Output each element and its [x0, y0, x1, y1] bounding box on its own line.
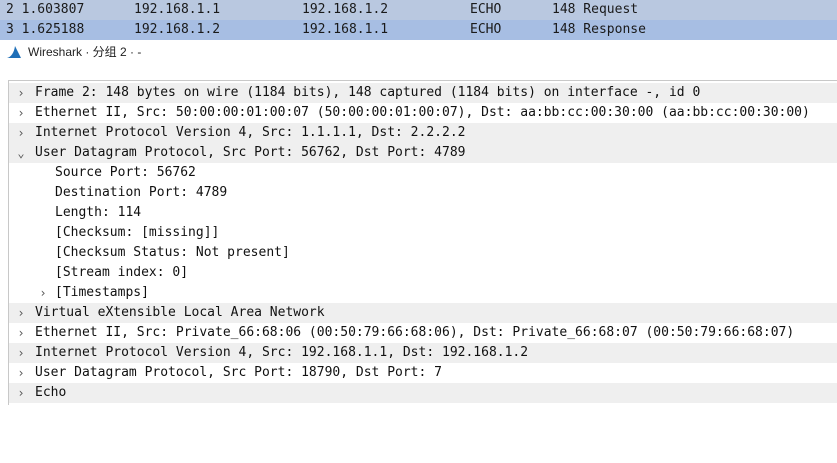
- tree-field-label: [Checksum Status: Not present]: [55, 245, 290, 260]
- tree-item-udp-inner[interactable]: › User Datagram Protocol, Src Port: 1879…: [9, 363, 837, 383]
- packet-list-row-selected[interactable]: 3 1.625188 192.168.1.2 192.168.1.1 ECHO …: [0, 20, 837, 40]
- packet-protocol: ECHO: [470, 2, 502, 17]
- tree-item-udp[interactable]: ⌄ User Datagram Protocol, Src Port: 5676…: [9, 143, 837, 163]
- chevron-right-icon[interactable]: ›: [14, 123, 28, 143]
- tree-field-length[interactable]: Length: 114: [9, 203, 837, 223]
- packet-number-time: 2 1.603807: [6, 2, 85, 17]
- tree-item-label: [Timestamps]: [55, 285, 149, 300]
- window-title: Wireshark · 分组 2 · -: [28, 45, 142, 59]
- chevron-right-icon[interactable]: ›: [14, 383, 28, 403]
- tree-item-label: Ethernet II, Src: Private_66:68:06 (00:5…: [35, 325, 795, 340]
- tree-item-frame[interactable]: › Frame 2: 148 bytes on wire (1184 bits)…: [9, 83, 837, 103]
- tree-item-label: Echo: [35, 385, 67, 400]
- tree-item-label: Internet Protocol Version 4, Src: 1.1.1.…: [35, 125, 466, 140]
- chevron-right-icon[interactable]: ›: [14, 83, 28, 103]
- tree-item-label: User Datagram Protocol, Src Port: 56762,…: [35, 145, 466, 160]
- wireshark-fin-icon: [7, 46, 21, 58]
- tree-field-label: [Checksum: [missing]]: [55, 225, 220, 240]
- tree-field-label: [Stream index: 0]: [55, 265, 189, 280]
- tree-field-checksum-status[interactable]: [Checksum Status: Not present]: [9, 243, 837, 263]
- packet-destination: 192.168.1.1: [302, 22, 389, 37]
- tree-item-timestamps[interactable]: › [Timestamps]: [9, 283, 837, 303]
- packet-protocol: ECHO: [470, 22, 502, 37]
- packet-source: 192.168.1.1: [134, 2, 221, 17]
- packet-destination: 192.168.1.2: [302, 2, 389, 17]
- chevron-right-icon[interactable]: ›: [14, 363, 28, 383]
- tree-field-label: Destination Port: 4789: [55, 185, 228, 200]
- tree-field-checksum[interactable]: [Checksum: [missing]]: [9, 223, 837, 243]
- packet-info: 148 Request: [552, 2, 639, 17]
- chevron-right-icon[interactable]: ›: [14, 343, 28, 363]
- tree-item-vxlan[interactable]: › Virtual eXtensible Local Area Network: [9, 303, 837, 323]
- packet-source: 192.168.1.2: [134, 22, 221, 37]
- chevron-right-icon[interactable]: ›: [14, 103, 28, 123]
- chevron-right-icon[interactable]: ›: [14, 323, 28, 343]
- chevron-right-icon[interactable]: ›: [14, 303, 28, 323]
- tree-field-destination-port[interactable]: Destination Port: 4789: [9, 183, 837, 203]
- packet-details-pane: › Frame 2: 148 bytes on wire (1184 bits)…: [8, 80, 837, 405]
- tree-item-ethernet[interactable]: › Ethernet II, Src: 50:00:00:01:00:07 (5…: [9, 103, 837, 123]
- tree-item-ipv4[interactable]: › Internet Protocol Version 4, Src: 1.1.…: [9, 123, 837, 143]
- packet-list-row[interactable]: 2 1.603807 192.168.1.1 192.168.1.2 ECHO …: [0, 0, 837, 20]
- tree-field-stream-index[interactable]: [Stream index: 0]: [9, 263, 837, 283]
- tree-field-source-port[interactable]: Source Port: 56762: [9, 163, 837, 183]
- tree-item-label: Virtual eXtensible Local Area Network: [35, 305, 325, 320]
- packet-info: 148 Response: [552, 22, 646, 37]
- chevron-right-icon[interactable]: ›: [36, 283, 50, 303]
- packet-number-time: 3 1.625188: [6, 22, 85, 37]
- tree-item-label: Frame 2: 148 bytes on wire (1184 bits), …: [35, 85, 701, 100]
- tree-item-ethernet-inner[interactable]: › Ethernet II, Src: Private_66:68:06 (00…: [9, 323, 837, 343]
- tree-item-ipv4-inner[interactable]: › Internet Protocol Version 4, Src: 192.…: [9, 343, 837, 363]
- tree-item-label: Internet Protocol Version 4, Src: 192.16…: [35, 345, 529, 360]
- tree-field-label: Source Port: 56762: [55, 165, 196, 180]
- tree-item-label: User Datagram Protocol, Src Port: 18790,…: [35, 365, 442, 380]
- window-title-bar[interactable]: Wireshark · 分组 2 · -: [0, 40, 837, 64]
- tree-item-echo[interactable]: › Echo: [9, 383, 837, 403]
- chevron-down-icon[interactable]: ⌄: [14, 143, 28, 163]
- tree-item-label: Ethernet II, Src: 50:00:00:01:00:07 (50:…: [35, 105, 810, 120]
- tree-field-label: Length: 114: [55, 205, 142, 220]
